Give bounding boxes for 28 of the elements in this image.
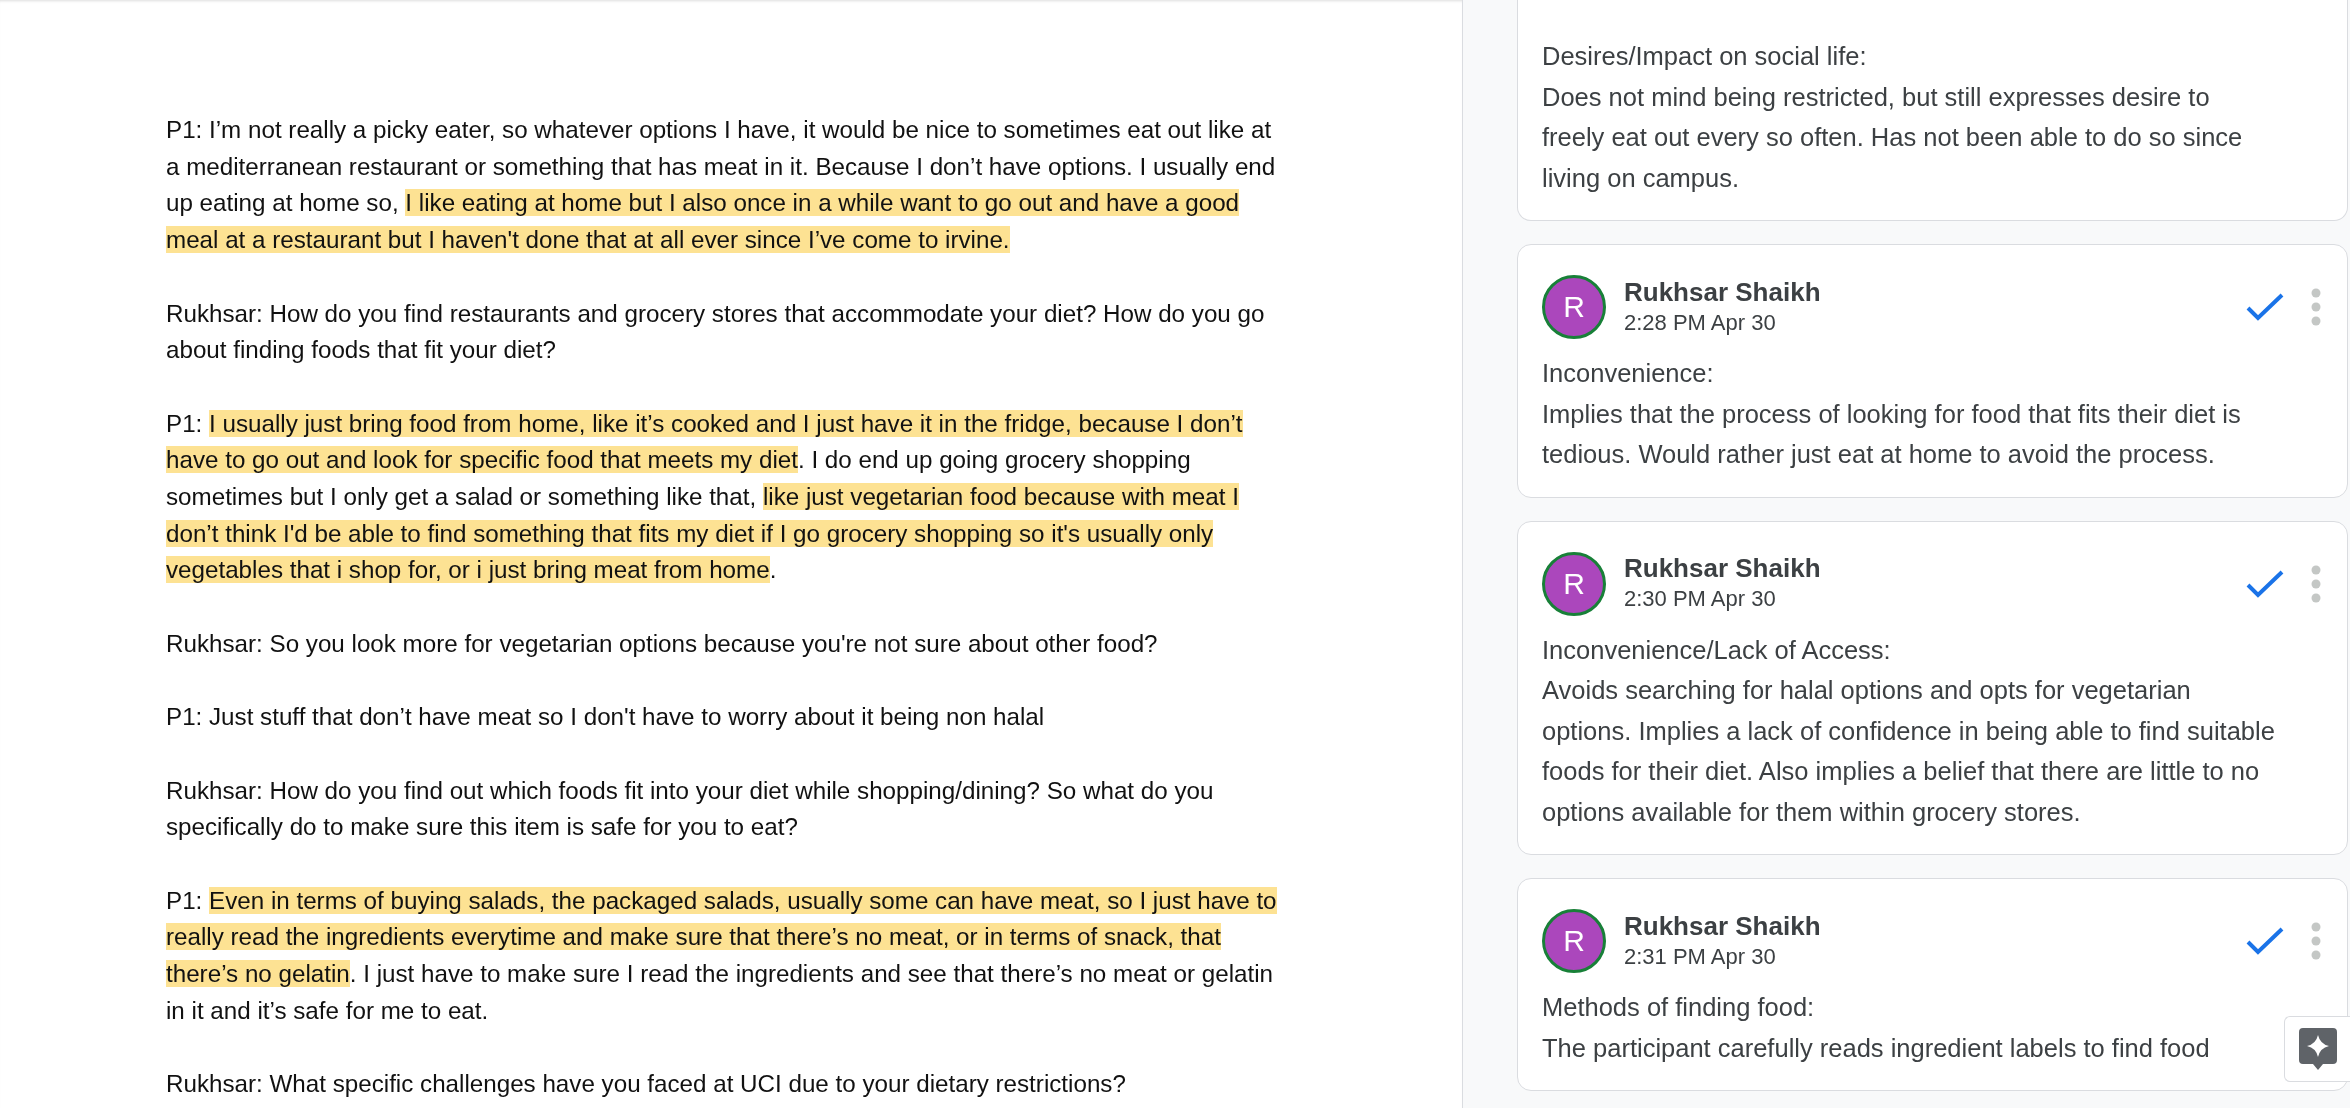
comment-time: 2:31 PM Apr 30 [1624, 942, 1777, 971]
comment-text: Does not mind being restricted, but still expresses desire to freely eat out every so often. Has not been able to do so since living on campus. [1542, 81, 2244, 194]
comment-heading: Inconvenience/Lack of Access: [1542, 634, 1892, 666]
transcript-paragraph: Rukhsar: How do you find restaurants and grocery stores that accommodate your diet? How do you go about finding foods that fit your diet? [166, 298, 1266, 366]
comment-text: Avoids searching for halal options and opts for vegetarian options. Implies a lack of confidence in being able to find suitable foods for their diet. Also implies a belief that there are little to no options available for them within grocery stores. [1542, 675, 2276, 828]
checkmark-icon[interactable] [2245, 291, 2285, 323]
transcript-paragraph: Rukhsar: What specific challenges have you faced at UCI due to your dietary restrictions? [166, 1069, 1127, 1100]
transcript-paragraph: Rukhsar: How do you find out which foods fit into your diet while shopping/dining? So what do you specifically do to make sure this item is safe for you to eat? [166, 775, 1215, 843]
comment-time: 2:28 PM Apr 30 [1624, 308, 1777, 337]
author-name: Rukhsar Shaikh [1624, 553, 1822, 584]
checkmark-icon[interactable] [2245, 925, 2285, 957]
author-name: Rukhsar Shaikh [1624, 910, 1822, 942]
avatar: R [1542, 551, 1606, 616]
comment-heading: Inconvenience: [1542, 358, 1715, 389]
comment-heading: Desires/Impact on social life: [1542, 41, 1868, 72]
comment-text: The participant carefully reads ingredient labels to find food [1542, 1032, 2211, 1064]
comment-time: 2:30 PM Apr 30 [1624, 585, 1777, 613]
transcript-paragraph: P1: I’m not really a picky eater, so whatever options I have, it would be nice to sometimes eat out like at a mediterranean restaurant or something that has meat in it. Because I don’t have options. I usually end up eating at home so, I like eating at home but I also once in a while want to go out and have a good meal at a restaurant but I haven't done that at all ever since I’ve come to irvine. [166, 115, 1277, 256]
transcript-paragraph: P1: Just stuff that don’t have meat so I don't have to worry about it being non halal [166, 702, 1046, 733]
avatar: R [1542, 275, 1606, 339]
comment-text: Implies that the process of looking for food that fits their diet is tedious. Would rather just eat at home to avoid the process. [1542, 398, 2242, 470]
avatar: R [1542, 909, 1606, 973]
comment-heading: Methods of finding food: [1542, 992, 1816, 1023]
floating-button[interactable] [2284, 1016, 2350, 1082]
transcript-paragraph: P1: I usually just bring food from home, like it’s cooked and I just have it in the fridge, because I don’t have to go out and look for specific food that meets my diet. I do end up going grocery shopping sometimes but I only get a salad or something like that, like just vegetarian food because with meat I don’t think I'd be able to find something that fits my diet if I go grocery shopping so it's usually only vegetables that i shop for, or i just bring meat from home. [166, 408, 1244, 586]
author-name: Rukhsar Shaikh [1624, 276, 1822, 308]
star-bubble-icon [2298, 1028, 2337, 1070]
transcript-paragraph: Rukhsar: So you look more for vegetarian options because you're not sure about other food? [166, 628, 1159, 659]
